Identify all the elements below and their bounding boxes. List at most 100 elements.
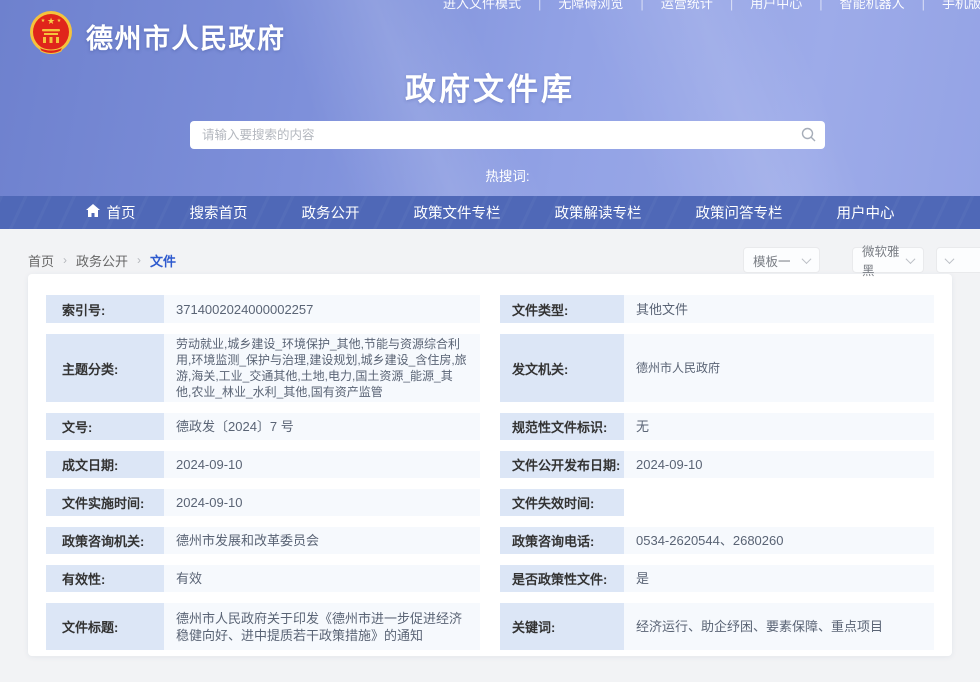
separator: | [538,0,541,11]
template-dropdown-value: 模板一 [753,251,791,270]
home-icon [86,204,100,221]
utility-link-file-mode[interactable]: 进入文件模式 [443,0,521,11]
chevron-right-icon: › [63,253,67,267]
template-dropdown[interactable]: 模板一 [743,247,820,273]
breadcrumb: 首页 › 政务公开 › 文件 [28,251,176,270]
field-row-topic-category: 主题分类: 劳动就业,城乡建设_环境保护_其他,节能与资源综合利用,环境监测_保… [46,334,480,402]
field-value: 是 [624,565,934,592]
utility-link-chatbot[interactable]: 智能机器人 [840,0,905,11]
field-value: 无 [624,413,934,440]
field-label: 政策咨询机关: [46,527,164,554]
search-icon[interactable] [800,127,816,143]
nav-item-policy-interpretation[interactable]: 政策解读专栏 [528,196,669,229]
chevron-down-icon [906,254,916,264]
search-input[interactable] [190,121,825,149]
nav-item-label: 搜索首页 [190,202,248,223]
field-label: 发文机关: [500,334,624,402]
field-row-doc-type: 文件类型: 其他文件 [500,295,934,323]
nav-item-gov-disclosure[interactable]: 政务公开 [275,196,387,229]
nav-item-user-center[interactable]: 用户中心 [810,196,922,229]
nav-item-label: 首页 [107,202,136,223]
font-size-dropdown[interactable] [936,247,980,273]
field-value: 3714002024000002257 [164,295,480,323]
font-dropdown[interactable]: 微软雅黑 [852,247,924,273]
svg-text:★: ★ [47,16,55,26]
nav-item-label: 用户中心 [837,202,895,223]
fields-left-column: 索引号: 3714002024000002257 主题分类: 劳动就业,城乡建设… [46,295,480,656]
nav-item-policy-qa[interactable]: 政策问答专栏 [669,196,810,229]
field-row-consult-agency: 政策咨询机关: 德州市发展和改革委员会 [46,527,480,554]
utility-link-mobile[interactable]: 手机版 [942,0,980,11]
field-row-issue-date: 成文日期: 2024-09-10 [46,451,480,478]
fields-right-column: 文件类型: 其他文件 发文机关: 德州市人民政府 规范性文件标识: 无 文件公开… [500,295,934,656]
document-fields: 索引号: 3714002024000002257 主题分类: 劳动就业,城乡建设… [46,295,934,656]
field-row-doc-number: 文号: 德政发〔2024〕7 号 [46,413,480,440]
field-value: 德政发〔2024〕7 号 [164,413,480,440]
field-label: 成文日期: [46,451,164,478]
utility-link-user-center[interactable]: 用户中心 [750,0,802,11]
field-row-issuing-agency: 发文机关: 德州市人民政府 [500,334,934,402]
breadcrumb-home[interactable]: 首页 [28,251,54,270]
page-title: 政府文件库 [0,64,980,109]
field-label: 文件失效时间: [500,489,624,516]
national-emblem-icon: ★ ★ ★ [29,11,73,62]
field-label: 政策咨询电话: [500,527,624,554]
document-info-card: 索引号: 3714002024000002257 主题分类: 劳动就业,城乡建设… [28,274,952,656]
field-label: 是否政策性文件: [500,565,624,592]
field-value: 劳动就业,城乡建设_环境保护_其他,节能与资源综合利用,环境监测_保护与治理,建… [164,334,480,402]
nav-item-label: 政策问答专栏 [696,202,783,223]
search-bar [190,121,825,149]
field-label: 关键词: [500,603,624,650]
field-label: 文件公开发布日期: [500,451,624,478]
chevron-right-icon: › [137,253,141,267]
field-row-doc-title: 文件标题: 德州市人民政府关于印发《德州市进一步促进经济稳健向好、进中提质若干政… [46,603,480,650]
field-label: 有效性: [46,565,164,592]
nav-item-search-home[interactable]: 搜索首页 [163,196,275,229]
field-value: 其他文件 [624,295,934,323]
field-value: 德州市人民政府关于印发《德州市进一步促进经济稳健向好、进中提质若干政策措施》的通… [164,603,480,650]
field-row-implementation-date: 文件实施时间: 2024-09-10 [46,489,480,516]
field-value: 德州市发展和改革委员会 [164,527,480,554]
separator: | [819,0,822,11]
nav-item-home[interactable]: 首页 [59,196,163,229]
utility-nav: 进入文件模式|无障碍浏览|运营统计|用户中心|智能机器人|手机版 [443,0,980,12]
site-logo-link[interactable]: ★ ★ ★ 德州市人民政府 [29,11,286,62]
field-label: 文号: [46,413,164,440]
field-value: 2024-09-10 [624,451,934,478]
field-row-validity: 有效性: 有效 [46,565,480,592]
field-label: 索引号: [46,295,164,323]
utility-link-accessibility[interactable]: 无障碍浏览 [558,0,623,11]
main-nav: 首页 搜索首页 政务公开 政策文件专栏 政策解读专栏 政策问答专栏 用户中心 [0,196,980,229]
chevron-down-icon [945,254,955,264]
field-value [624,489,934,516]
nav-item-label: 政务公开 [302,202,360,223]
field-row-consult-phone: 政策咨询电话: 0534-2620544、2680260 [500,527,934,554]
field-row-index-number: 索引号: 3714002024000002257 [46,295,480,323]
field-row-expiry-date: 文件失效时间: [500,489,934,516]
field-value: 有效 [164,565,480,592]
site-name: 德州市人民政府 [86,17,286,56]
breadcrumb-current: 文件 [150,251,176,270]
banner: 进入文件模式|无障碍浏览|运营统计|用户中心|智能机器人|手机版 ★ ★ ★ 德… [0,0,980,196]
field-row-normative-flag: 规范性文件标识: 无 [500,413,934,440]
separator: | [730,0,733,11]
content-area: 首页 › 政务公开 › 文件 模板一 微软雅黑 索引号: [0,229,980,682]
display-toolbar: 模板一 微软雅黑 [743,247,952,273]
nav-item-label: 政策解读专栏 [555,202,642,223]
svg-text:★: ★ [57,18,62,24]
breadcrumb-row: 首页 › 政务公开 › 文件 模板一 微软雅黑 [0,229,980,274]
breadcrumb-section[interactable]: 政务公开 [76,251,128,270]
field-label: 主题分类: [46,334,164,402]
field-label: 文件类型: [500,295,624,323]
nav-item-policy-documents[interactable]: 政策文件专栏 [387,196,528,229]
field-value: 0534-2620544、2680260 [624,527,934,554]
field-label: 文件实施时间: [46,489,164,516]
field-value: 经济运行、助企纾困、要素保障、重点项目 [624,603,934,650]
utility-link-stats[interactable]: 运营统计 [661,0,713,11]
nav-item-label: 政策文件专栏 [414,202,501,223]
separator: | [922,0,925,11]
field-value: 德州市人民政府 [624,334,934,402]
field-value: 2024-09-10 [164,451,480,478]
svg-text:★: ★ [41,18,46,24]
field-value: 2024-09-10 [164,489,480,516]
